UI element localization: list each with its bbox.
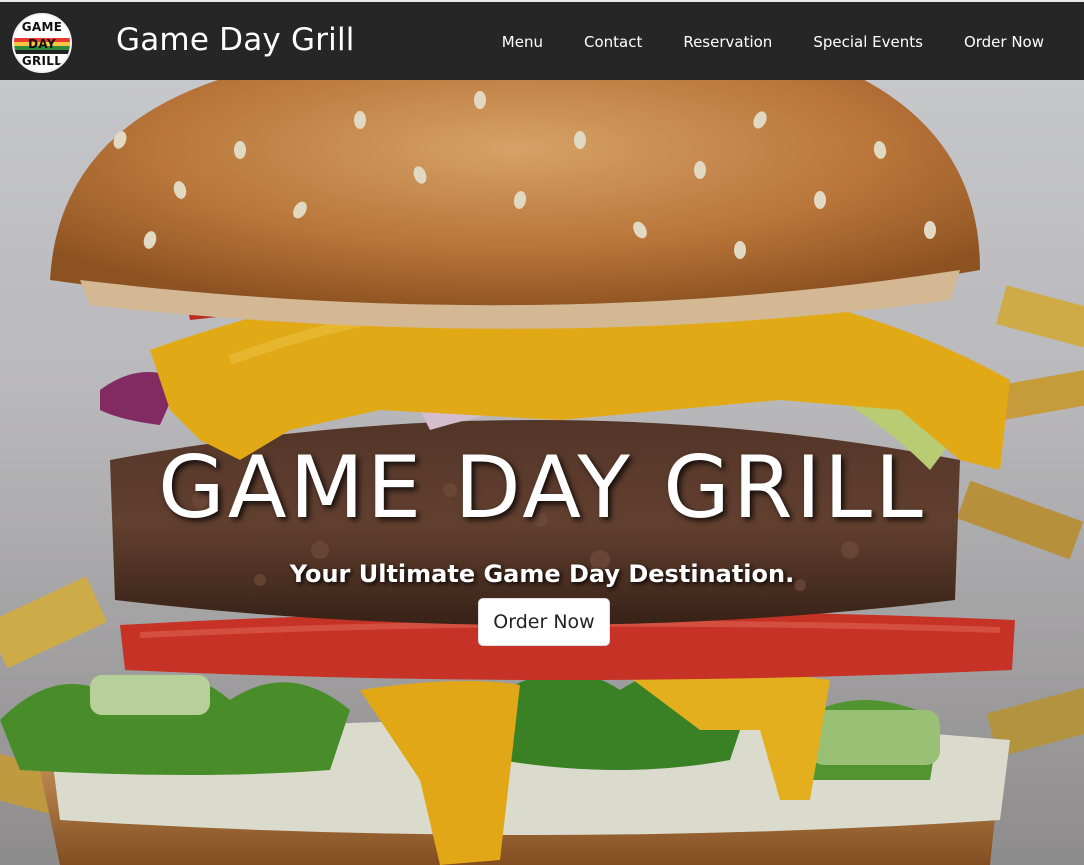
logo-text-game: GAME: [21, 20, 63, 34]
logo-text-grill: GRILL: [21, 54, 63, 68]
hero-section: GAME DAY GRILL Your Ultimate Game Day De…: [0, 80, 1084, 865]
nav-contact[interactable]: Contact: [584, 33, 642, 51]
hero-title: GAME DAY GRILL: [158, 438, 926, 538]
nav-reservation[interactable]: Reservation: [683, 33, 772, 51]
nav-menu[interactable]: Menu: [502, 33, 543, 51]
nav-links: Menu Contact Reservation Special Events …: [461, 2, 1044, 82]
brand-name[interactable]: Game Day Grill: [116, 22, 355, 58]
order-now-button[interactable]: Order Now: [478, 598, 610, 646]
logo-text-day: DAY: [28, 37, 56, 51]
navbar: GAME DAY GRILL Game Day Grill Menu Conta…: [0, 0, 1084, 80]
logo[interactable]: GAME DAY GRILL: [12, 13, 72, 73]
nav-order-now[interactable]: Order Now: [964, 33, 1044, 51]
hero-subtitle: Your Ultimate Game Day Destination.: [289, 560, 795, 588]
nav-special-events[interactable]: Special Events: [813, 33, 923, 51]
